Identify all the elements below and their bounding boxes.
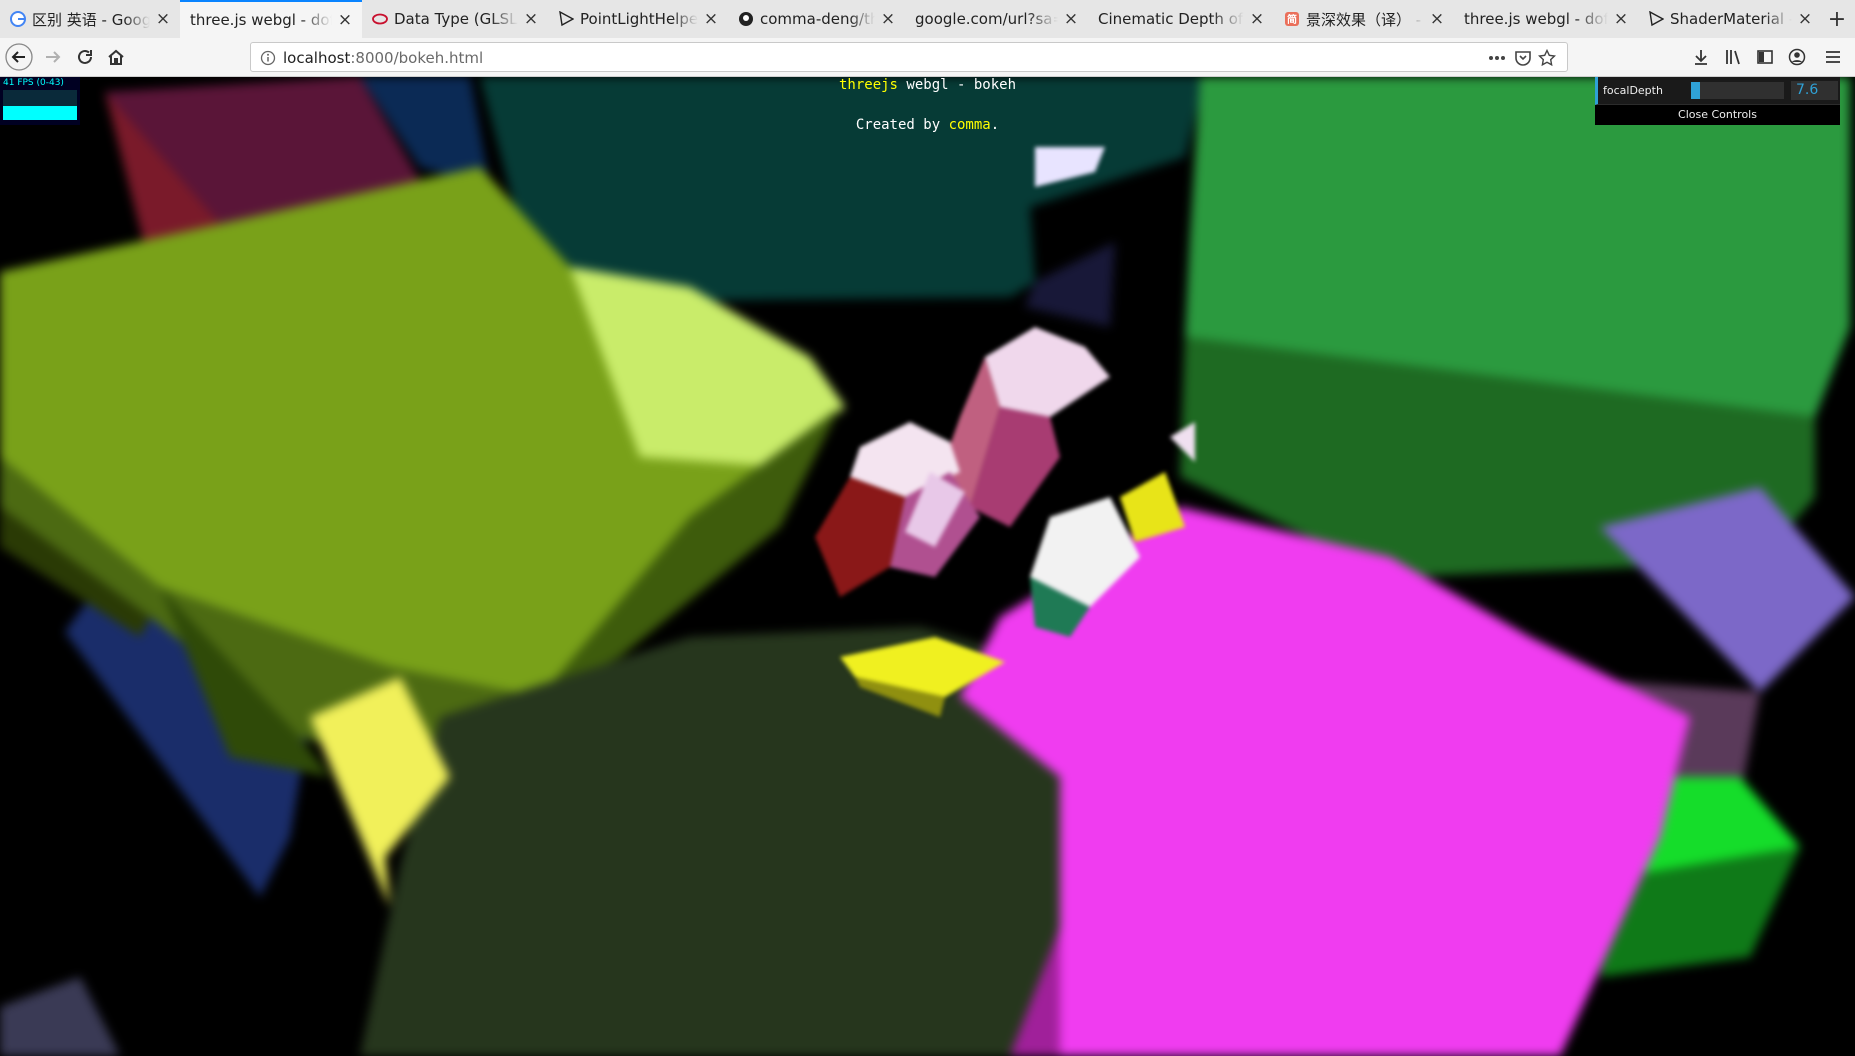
pocket-icon[interactable] [1512,47,1534,69]
close-tab-icon[interactable]: × [1062,9,1080,29]
close-tab-icon[interactable]: × [1248,9,1266,29]
library-icon [1726,50,1740,65]
reload-icon [78,49,92,64]
browser-tab[interactable]: Cinematic Depth of Field× [1088,0,1274,38]
credit-suffix: . [990,117,1000,133]
svg-text:简: 简 [1287,13,1297,26]
browser-tab[interactable]: Data Type (GLSL) - OpenGL Wiki× [362,0,548,38]
home-button[interactable] [100,41,132,73]
close-tab-icon[interactable]: × [702,9,720,29]
close-tab-icon[interactable]: × [154,9,172,29]
fps-readout: 41 FPS (0-43) [3,78,64,88]
close-tab-icon[interactable]: × [879,9,897,29]
tab-title: 区别 英语 - Google 搜索 [32,10,150,29]
close-tab-icon[interactable]: × [522,9,540,29]
focal-depth-label: focalDepth [1603,84,1663,97]
close-tab-icon[interactable]: × [336,10,354,30]
tab-strip: 区别 英语 - Google 搜索×three.js webgl - dof b… [0,0,1855,39]
library-button[interactable] [1717,41,1749,73]
bokeh-scene-canvas[interactable] [0,77,1855,1056]
tab-title: three.js webgl - dof bokeh [190,11,332,29]
page-title-text: webgl - bokeh [898,77,1017,93]
fps-graph-bar [3,105,77,120]
focal-depth-slider-fill [1691,82,1701,99]
browser-tab[interactable]: ShaderMaterial - three.js docs× [1638,0,1822,38]
page-credit: Created by comma. [0,117,1855,133]
google-icon [10,11,26,27]
navigation-toolbar: localhost:8000/bokeh.html [0,38,1855,77]
bookmark-star-icon[interactable] [1536,47,1558,69]
site-info-icon[interactable] [257,47,279,69]
browser-tab[interactable]: three.js webgl - dof bokeh× [1454,0,1638,38]
tab-title: ShaderMaterial - three.js docs [1670,10,1792,28]
account-button[interactable] [1781,41,1813,73]
tab-title: comma-deng/three.js [760,10,875,28]
menu-button[interactable] [1817,41,1849,73]
dat-gui-panel: focalDepth 7.6 Close Controls [1595,77,1840,125]
close-tab-icon[interactable]: × [1796,9,1814,29]
fps-stats-panel[interactable]: 41 FPS (0-43) [0,77,80,125]
tab-title: Cinematic Depth of Field [1098,10,1244,28]
threejs-icon [558,11,574,27]
focal-depth-slider[interactable] [1691,82,1784,99]
url-text: localhost:8000/bokeh.html [283,49,483,67]
url-bar[interactable]: localhost:8000/bokeh.html [250,42,1568,72]
webgl-page: threejs webgl - bokeh Created by comma. … [0,77,1855,1056]
sidebar-icon [1757,50,1773,64]
threejs-icon [1648,11,1664,27]
forward-arrow-icon [46,51,61,63]
page-actions-icon[interactable] [1486,47,1508,69]
close-tab-icon[interactable]: × [1428,9,1446,29]
focal-depth-control: focalDepth 7.6 [1595,77,1840,105]
hamburger-menu-icon [1826,51,1840,63]
sidebar-button[interactable] [1749,41,1781,73]
url-path: :8000/bokeh.html [350,49,484,67]
jianshu-icon: 简 [1284,11,1300,27]
back-arrow-icon [5,43,33,71]
new-tab-button[interactable]: + [1822,0,1852,38]
focal-depth-input[interactable]: 7.6 [1791,81,1838,100]
tab-title: google.com/url?sa=t [915,10,1058,28]
credit-prefix: Created by [855,117,949,133]
close-controls-button[interactable]: Close Controls [1595,105,1840,125]
account-icon [1788,48,1806,66]
browser-tab[interactable]: google.com/url?sa=t × [905,0,1088,38]
close-tab-icon[interactable]: × [1612,9,1630,29]
tab-title: three.js webgl - dof bokeh [1464,10,1608,28]
browser-tab[interactable]: 区别 英语 - Google 搜索× [0,0,180,38]
reload-button[interactable] [69,41,101,73]
browser-tab[interactable]: PointLightHelper - three.js docs× [548,0,728,38]
github-icon [738,11,754,27]
home-icon [108,49,124,65]
author-link[interactable]: comma [949,117,991,133]
opengl-icon [372,11,388,27]
fps-graph [3,90,77,120]
tab-title: Data Type (GLSL) - OpenGL Wiki [394,10,518,28]
browser-tab[interactable]: three.js webgl - dof bokeh× [180,0,362,38]
threejs-link[interactable]: threejs [839,77,898,93]
url-host: localhost [283,49,351,67]
back-button[interactable] [3,41,35,73]
browser-tab[interactable]: comma-deng/three.js× [728,0,905,38]
forward-button[interactable] [37,41,69,73]
page-title-banner: threejs webgl - bokeh [0,77,1855,93]
download-icon [1695,50,1707,65]
browser-tab[interactable]: 简景深效果（译） - 简书× [1274,0,1454,38]
downloads-button[interactable] [1685,41,1717,73]
tab-title: PointLightHelper - three.js docs [580,10,698,28]
tab-title: 景深效果（译） - 简书 [1306,10,1424,29]
